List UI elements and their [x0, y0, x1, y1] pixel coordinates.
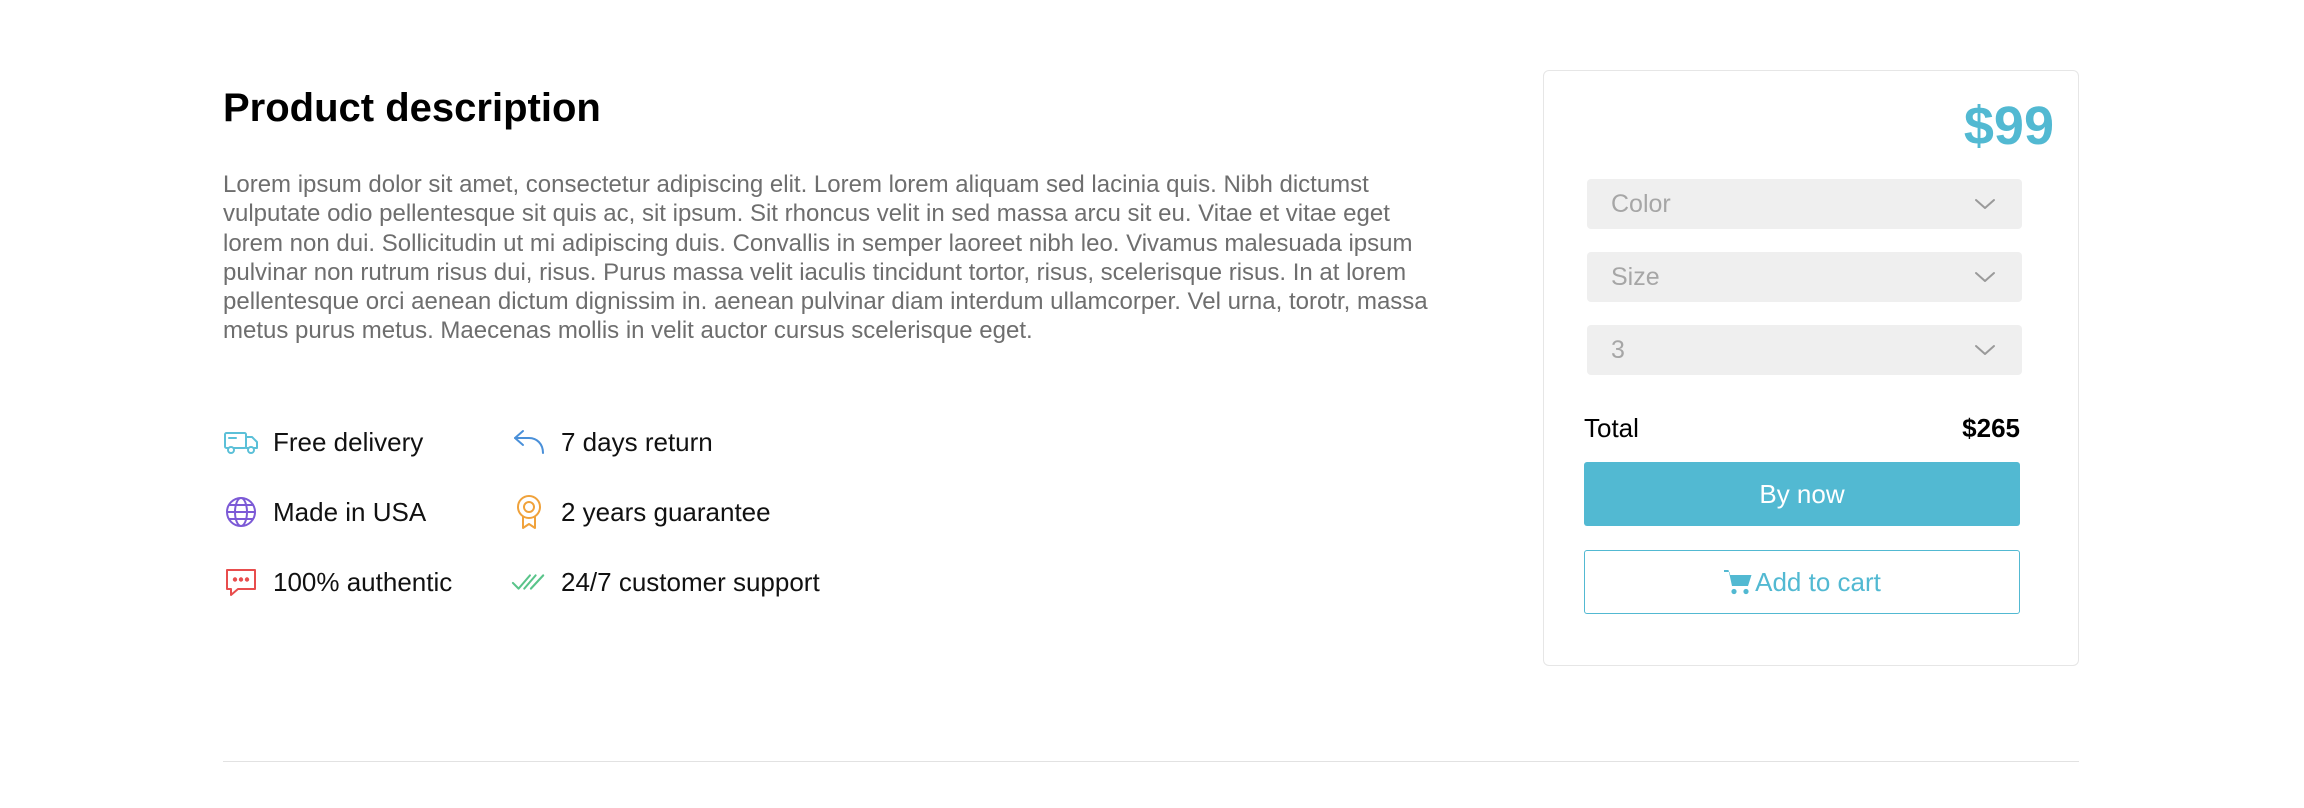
feature-2-years-guarantee: 2 years guarantee [511, 494, 831, 530]
chevron-down-icon [1974, 265, 1998, 289]
feature-label: 100% authentic [273, 566, 453, 597]
truck-icon [223, 424, 259, 460]
feature-label: Made in USA [273, 496, 427, 527]
total-amount: $265 [1962, 413, 2020, 443]
feature-label: 2 years guarantee [561, 496, 771, 527]
feature-100-authentic: 100% authentic [223, 564, 511, 600]
total-label: Total [1584, 413, 1639, 443]
feature-label: 24/7 customer support [561, 566, 820, 597]
award-badge-icon [511, 494, 547, 530]
return-arrow-icon [511, 424, 547, 460]
product-description-section: Product description Lorem ipsum dolor si… [223, 80, 1443, 346]
feature-list: Free delivery 7 days return Made in USA [223, 424, 831, 600]
chat-bubble-icon [223, 564, 259, 600]
add-to-cart-label: Add to cart [1755, 566, 1881, 597]
feature-label: 7 days return [561, 426, 713, 457]
size-select[interactable]: Size [1587, 252, 2022, 302]
purchase-card: $99 Color Size 3 Total $265 By now Add t… [1543, 70, 2079, 666]
chevron-down-icon [1974, 338, 1998, 362]
feature-24-7-support: 24/7 customer support [511, 564, 831, 600]
chevron-down-icon [1974, 192, 1998, 216]
color-select-value: Color [1611, 189, 1671, 218]
product-price: $99 [1963, 96, 2054, 156]
shopping-cart-icon [1723, 567, 1753, 597]
feature-7-days-return: 7 days return [511, 424, 831, 460]
product-description-text: Lorem ipsum dolor sit amet, consectetur … [223, 171, 1428, 345]
section-title: Product description [223, 86, 601, 130]
buy-now-button[interactable]: By now [1584, 462, 2020, 526]
section-divider [223, 761, 2079, 762]
quantity-select-value: 3 [1611, 335, 1625, 364]
double-check-icon [511, 564, 547, 600]
total-row: Total $265 [1584, 413, 2020, 444]
feature-made-in-usa: Made in USA [223, 494, 511, 530]
feature-label: Free delivery [273, 426, 424, 457]
globe-icon [223, 494, 259, 530]
add-to-cart-button[interactable]: Add to cart [1584, 550, 2020, 614]
feature-free-delivery: Free delivery [223, 424, 511, 460]
size-select-value: Size [1611, 262, 1660, 291]
quantity-select[interactable]: 3 [1587, 325, 2022, 375]
color-select[interactable]: Color [1587, 179, 2022, 229]
